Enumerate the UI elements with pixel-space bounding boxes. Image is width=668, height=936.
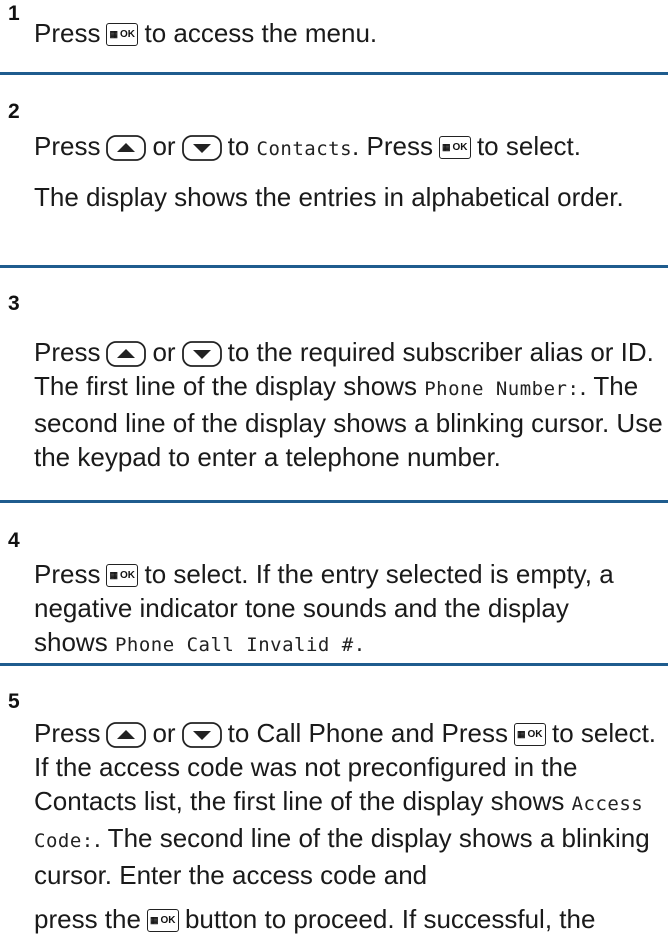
menu-ok-key-icon: ▦ OK (146, 909, 179, 932)
up-arrow-key-icon (106, 135, 147, 161)
step-number: 1 (8, 2, 20, 25)
up-arrow-key-icon (106, 722, 147, 748)
up-arrow-key-icon (106, 341, 147, 367)
step-divider (0, 265, 668, 268)
down-arrow-key-icon (181, 722, 222, 748)
display-text-phone-number: Phone Number: (424, 378, 580, 400)
step-text: Press or to the required subscriber alias … (34, 337, 663, 472)
step-text: Press ▦ OK to access the menu. (34, 18, 378, 48)
menu-ok-key-icon: ▦ OK (106, 564, 139, 587)
step-text: Press or to Call Phone and Press ▦ OK to sele… (34, 718, 657, 890)
menu-ok-key-icon: ▦ OK (513, 723, 546, 746)
step-text-continued: press the ▦ OK button to proceed. If succes… (34, 904, 596, 934)
step-number: 4 (8, 529, 20, 552)
step-divider (0, 500, 668, 503)
step-number: 5 (8, 690, 20, 713)
menu-ok-key-icon: ▦ OK (106, 23, 139, 46)
step-divider (0, 663, 668, 666)
step-number: 2 (8, 100, 20, 123)
display-text-invalid: Phone Call Invalid #. (114, 634, 366, 656)
step-text: Press ▦ OK to select. If the entry selected… (34, 559, 614, 657)
display-text-contacts: Contacts (256, 138, 353, 160)
down-arrow-key-icon (181, 135, 222, 161)
down-arrow-key-icon (181, 341, 222, 367)
menu-ok-key-icon: ▦ OK (438, 136, 471, 159)
step-number: 3 (8, 292, 20, 315)
step-text: Press or to Contacts. Press ▦ OK to select. (34, 131, 582, 161)
step-note: The display shows the entries in alphabe… (34, 182, 624, 212)
step-divider (0, 72, 668, 75)
